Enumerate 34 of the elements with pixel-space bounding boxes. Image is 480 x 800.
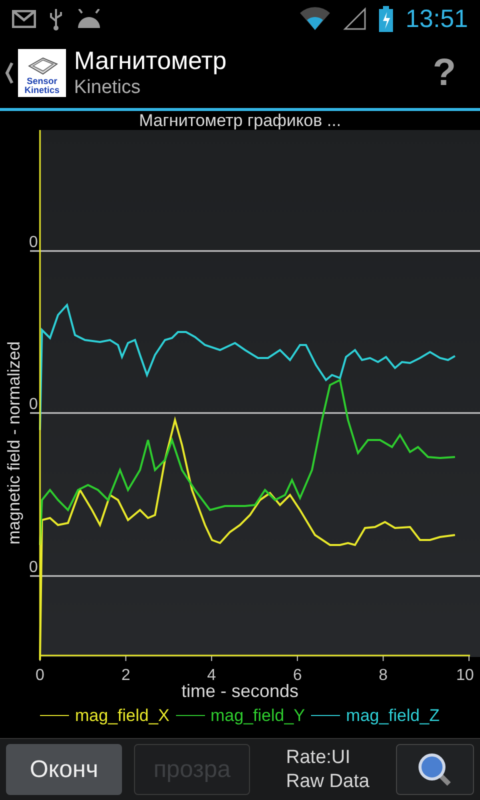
tick-label: 8 [378,668,389,684]
legend-label: mag_field_X [75,707,170,724]
tick-label: 0 [29,560,38,576]
wifi-icon [299,7,332,31]
rate-text: Raw Data [286,770,370,794]
chart-title: Магнитометр графиков ... [138,112,342,129]
legend-label: mag_field_Z [346,707,440,724]
tick-label: 0 [29,397,38,413]
logo-text: Kinetics [24,86,60,95]
legend-label: mag_field_Y [210,707,306,724]
help-button[interactable]: ? [432,44,456,102]
logo-text: Sensor [26,77,58,86]
action-button[interactable]: Оконч [6,744,122,795]
tick-label: 0 [34,668,46,684]
app-subtitle: Kinetics [74,76,142,100]
signal-icon [343,7,368,31]
back-icon[interactable] [4,61,14,85]
mail-icon [12,10,36,28]
android-icon [76,9,102,29]
battery-icon [379,6,394,32]
zoom-button[interactable] [396,744,474,795]
magnifier-icon [417,752,453,788]
rate-text: Rate:UI [286,746,352,770]
tick-label: 6 [292,668,303,684]
app-title: Магнитометр [74,46,228,76]
tick-label: 0 [29,235,38,251]
axis-label: magnetic field - normalized [6,341,22,544]
clock-time: 13:51 [405,6,468,32]
axis-label: time - seconds [180,682,300,700]
app-logo[interactable]: Sensor Kinetics [18,49,66,97]
tick-label: 10 [455,668,475,684]
usb-icon [48,7,64,31]
tick-label: 2 [120,668,132,684]
tick-label: 4 [206,668,218,684]
